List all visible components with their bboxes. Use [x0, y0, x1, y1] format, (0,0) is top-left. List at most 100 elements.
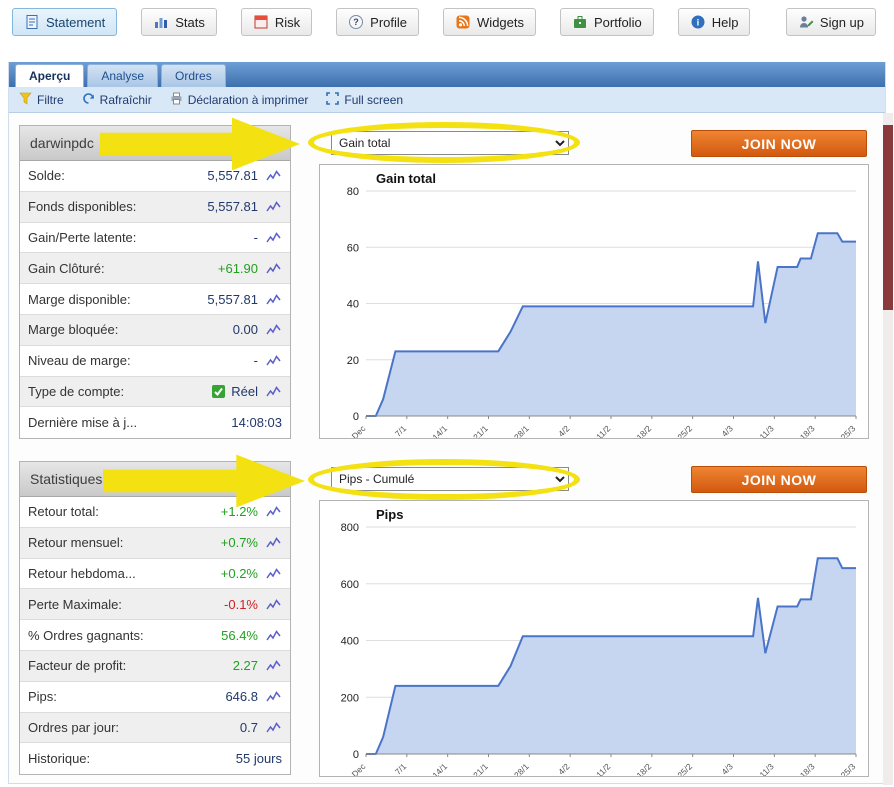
chart-icon[interactable] — [262, 690, 282, 703]
chart-icon[interactable] — [262, 505, 282, 518]
row-label: Niveau de marge: — [28, 353, 254, 368]
chart-icon[interactable] — [262, 659, 282, 672]
checkbox-checked-icon — [212, 385, 225, 398]
portfolio-button[interactable]: Portfolio — [560, 8, 654, 36]
svg-text:600: 600 — [341, 579, 359, 591]
signup-button[interactable]: Sign up — [786, 8, 876, 36]
tab-analyse[interactable]: Analyse — [87, 64, 158, 87]
filter-icon — [19, 92, 32, 108]
table-row: Niveau de marge: - — [20, 346, 290, 377]
account-name: darwinpdc — [30, 135, 94, 151]
chart-icon[interactable] — [262, 323, 282, 336]
row-value: 2.27 — [233, 658, 258, 673]
svg-text:400: 400 — [341, 636, 359, 648]
row-value: +0.2% — [221, 566, 258, 581]
row-value: - — [254, 230, 258, 245]
chart-icon[interactable] — [262, 231, 282, 244]
row-value: 646.8 — [225, 689, 258, 704]
chart-icon[interactable] — [262, 262, 282, 275]
table-row: Retour total: +1.2% — [20, 497, 290, 528]
row-label: Fonds disponibles: — [28, 199, 207, 214]
pips-chart-header: Pips - Cumulé JOIN NOW — [319, 466, 869, 493]
account-panel: darwinpdc (USD) Solde: 5,557.81 Fonds di… — [19, 125, 291, 439]
svg-text:7/1: 7/1 — [393, 761, 409, 776]
row-label: Marge bloquée: — [28, 322, 233, 337]
row-value: 55 jours — [236, 751, 282, 766]
svg-text:20: 20 — [347, 355, 359, 367]
account-table: Solde: 5,557.81 Fonds disponibles: 5,557… — [20, 161, 290, 438]
svg-text:21/1: 21/1 — [471, 423, 490, 438]
tab-ordres[interactable]: Ordres — [161, 64, 226, 87]
svg-text:4/3: 4/3 — [719, 761, 735, 776]
table-row: % Ordres gagnants: 56.4% — [20, 620, 290, 651]
stats-button-label: Stats — [175, 15, 205, 30]
chart-icon[interactable] — [262, 293, 282, 306]
chart-icon[interactable] — [262, 629, 282, 642]
stats-panel: Statistiques Retour total: +1.2% Retour … — [19, 461, 291, 775]
scrollbar-thumb[interactable] — [883, 125, 893, 310]
filter-action[interactable]: Filtre — [19, 92, 64, 108]
stats-icon — [153, 14, 169, 30]
row-value: 56.4% — [221, 628, 258, 643]
row-label: Solde: — [28, 168, 207, 183]
stats-button[interactable]: Stats — [141, 8, 217, 36]
svg-text:18/3: 18/3 — [798, 423, 817, 438]
signup-icon — [798, 14, 814, 30]
statement-widget: Aperçu Analyse Ordres Filtre Rafraîchir … — [8, 62, 886, 784]
gain-total-chart-svg: 020406080Dec7/114/121/128/14/211/218/225… — [320, 165, 868, 438]
join-now-button[interactable]: JOIN NOW — [691, 130, 867, 157]
chart-icon[interactable] — [262, 200, 282, 213]
svg-text:60: 60 — [347, 242, 359, 254]
tab-apercu[interactable]: Aperçu — [15, 64, 84, 87]
svg-text:21/1: 21/1 — [471, 761, 490, 776]
profile-button[interactable]: ? Profile — [336, 8, 419, 36]
refresh-label: Rafraîchir — [100, 93, 152, 107]
pips-chart-select[interactable]: Pips - Cumulé — [331, 467, 569, 491]
print-statement-action[interactable]: Déclaration à imprimer — [170, 92, 309, 108]
help-icon: i — [690, 14, 706, 30]
row-label: Type de compte: — [28, 384, 212, 399]
account-currency: (USD) — [244, 136, 280, 151]
table-row: Retour hebdoma... +0.2% — [20, 559, 290, 590]
chart-icon[interactable] — [262, 567, 282, 580]
fullscreen-action[interactable]: Full screen — [326, 92, 403, 108]
svg-text:200: 200 — [341, 692, 359, 704]
print-label: Déclaration à imprimer — [188, 93, 309, 107]
join-now-button-2[interactable]: JOIN NOW — [691, 466, 867, 493]
row-label: Marge disponible: — [28, 292, 207, 307]
row-label: Facteur de profit: — [28, 658, 233, 673]
svg-text:11/3: 11/3 — [757, 761, 776, 776]
svg-text:0: 0 — [353, 749, 359, 761]
chart-icon[interactable] — [262, 354, 282, 367]
risk-button[interactable]: Risk — [241, 8, 312, 36]
row-label: Historique: — [28, 751, 236, 766]
svg-text:11/3: 11/3 — [757, 423, 776, 438]
statement-button[interactable]: Statement — [12, 8, 117, 36]
svg-text:14/1: 14/1 — [430, 761, 449, 776]
table-row: Marge bloquée: 0.00 — [20, 315, 290, 346]
profile-button-label: Profile — [370, 15, 407, 30]
row-label: Retour mensuel: — [28, 535, 221, 550]
row-value: 5,557.81 — [207, 292, 258, 307]
widgets-button[interactable]: Widgets — [443, 8, 536, 36]
widgets-button-label: Widgets — [477, 15, 524, 30]
chart-icon[interactable] — [262, 598, 282, 611]
refresh-action[interactable]: Rafraîchir — [82, 92, 152, 108]
chart-icon[interactable] — [262, 721, 282, 734]
gain-chart-select[interactable]: Gain total — [331, 131, 569, 155]
account-panel-header: darwinpdc (USD) — [20, 126, 290, 161]
risk-button-label: Risk — [275, 15, 300, 30]
row-label: Ordres par jour: — [28, 720, 240, 735]
portfolio-icon — [572, 14, 588, 30]
profile-icon: ? — [348, 14, 364, 30]
svg-text:25/2: 25/2 — [675, 761, 694, 776]
chart-icon[interactable] — [262, 385, 282, 398]
chart-icon[interactable] — [262, 169, 282, 182]
widgets-icon — [455, 14, 471, 30]
help-button[interactable]: i Help — [678, 8, 751, 36]
svg-text:Pips: Pips — [376, 507, 403, 522]
table-row: Gain/Perte latente: - — [20, 223, 290, 254]
chart-icon[interactable] — [262, 536, 282, 549]
svg-text:14/1: 14/1 — [430, 423, 449, 438]
table-row: Fonds disponibles: 5,557.81 — [20, 192, 290, 223]
